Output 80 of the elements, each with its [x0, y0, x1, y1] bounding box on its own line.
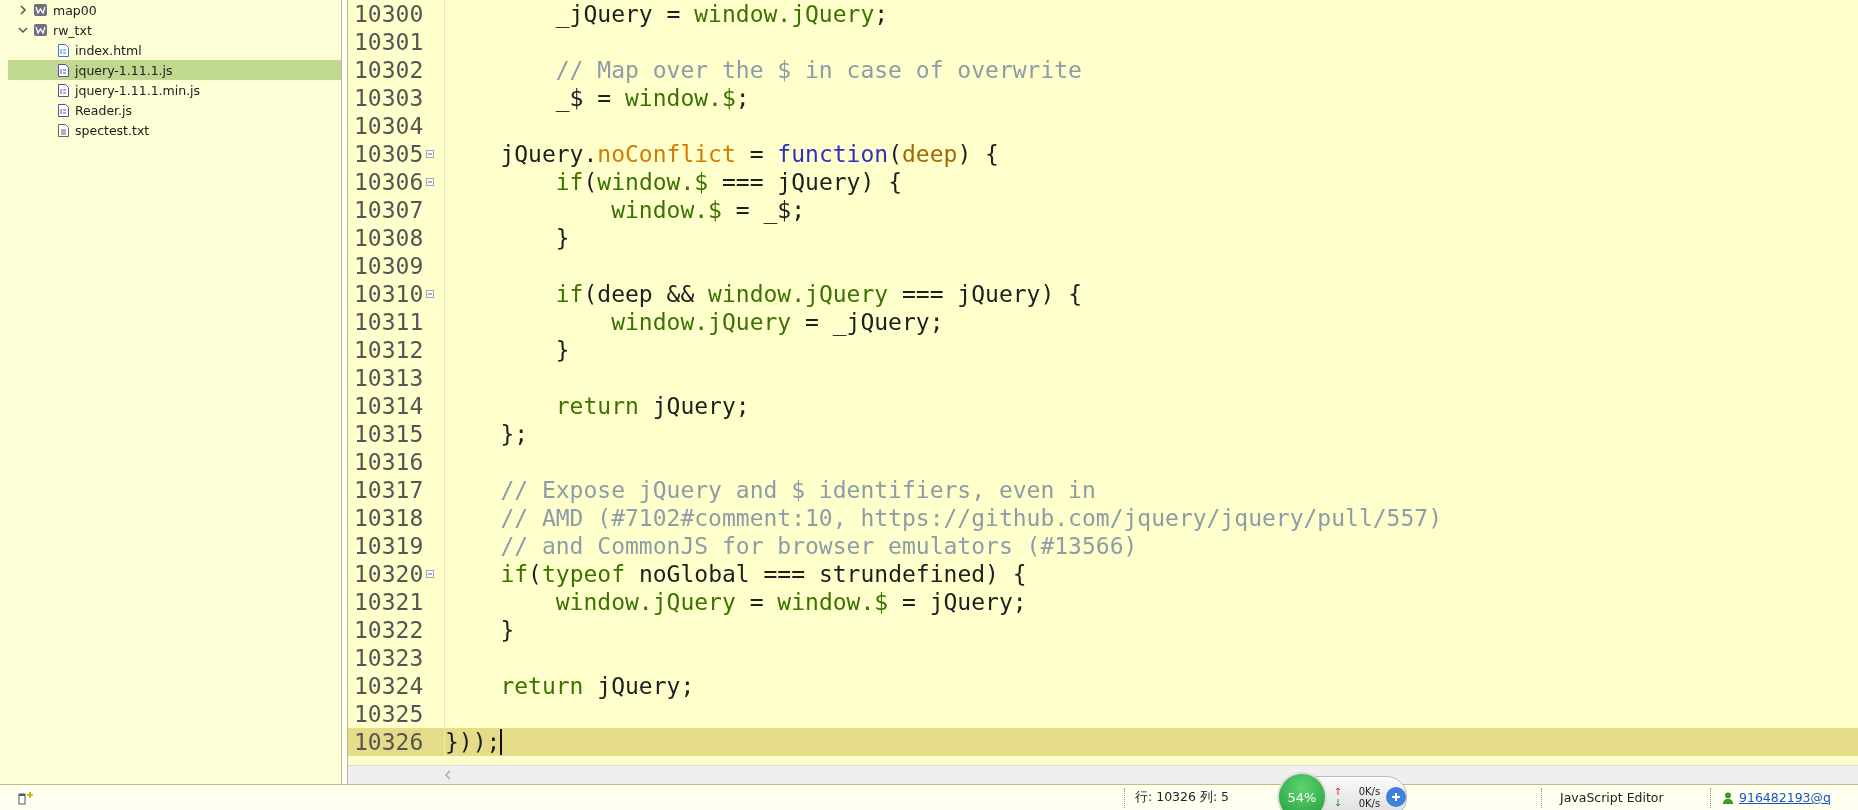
scroll-left-icon[interactable] [444, 770, 452, 780]
line-number: 10307 [353, 197, 425, 223]
line-number: 10316 [353, 449, 425, 475]
tree-item[interactable]: jquery-1.11.1.min.js [8, 80, 341, 100]
line-number: 10312 [353, 337, 425, 363]
line-number: 10326 [353, 729, 425, 755]
line-number: 10322 [353, 617, 425, 643]
line-number: 10308 [353, 225, 425, 251]
code-line: })); [445, 729, 501, 755]
chevron-right-icon[interactable] [18, 5, 28, 15]
code-line: // and CommonJS for browser emulators (#13566) [499, 533, 1138, 559]
file-icon [58, 83, 69, 97]
tree-item[interactable]: Reader.js [8, 100, 341, 120]
code-line: // Expose jQuery and $ identifiers, even in [499, 477, 1096, 503]
user-icon [1723, 791, 1733, 804]
project-icon [34, 4, 47, 16]
line-number: 10314 [353, 393, 425, 419]
line-number: 10310 [353, 281, 425, 307]
collapse-icon[interactable] [426, 570, 434, 578]
file-icon [58, 103, 69, 117]
line-number: 10306 [353, 169, 425, 195]
arrow-up-icon [1334, 787, 1341, 795]
line-number: 10319 [353, 533, 425, 559]
line-number: 10318 [353, 505, 425, 531]
line-number: 10324 [353, 673, 425, 699]
arrow-down-icon [1334, 799, 1341, 807]
line-number: 10309 [353, 253, 425, 279]
file-icon [58, 63, 69, 77]
code-line: } [554, 337, 570, 363]
tree-item[interactable]: spectest.txt [8, 120, 341, 140]
plus-button[interactable] [1386, 787, 1406, 807]
file-icon [58, 123, 69, 137]
panel-icon[interactable] [18, 790, 34, 805]
collapse-icon[interactable] [426, 150, 434, 158]
code-line: // AMD (#7102#comment:10, https://github.com/jquery/jquery/pull/557) [499, 505, 1442, 531]
line-number: 10321 [353, 589, 425, 615]
horizontal-scrollbar[interactable] [348, 765, 1858, 784]
line-number: 10320 [353, 561, 425, 587]
code-line: _jQuery = window.jQuery; [554, 1, 889, 27]
line-number: 10302 [353, 57, 425, 83]
tree-item[interactable]: map00 [8, 0, 341, 20]
line-number: 10313 [353, 365, 425, 391]
code-line: window.jQuery = window.$ = jQuery; [554, 589, 1027, 615]
line-number: 10303 [353, 85, 425, 111]
line-number: 10325 [353, 701, 425, 727]
line-number: 10304 [353, 113, 425, 139]
line-number: 10315 [353, 421, 425, 447]
code-line: if(window.$ === jQuery) { [554, 169, 902, 195]
line-number: 10317 [353, 477, 425, 503]
code-line: return jQuery; [554, 393, 750, 419]
collapse-icon[interactable] [426, 178, 434, 186]
code-line: window.$ = _$; [610, 197, 806, 223]
tree-item[interactable]: index.html [8, 40, 341, 60]
file-icon [58, 43, 69, 57]
code-line: // Map over the $ in case of overwrite [554, 57, 1082, 83]
project-icon [34, 24, 47, 36]
code-line: window.jQuery = _jQuery; [610, 309, 944, 335]
tree-item[interactable]: rw_txt [8, 20, 341, 40]
code-line: jQuery.noConflict = function(deep) { [499, 141, 999, 167]
upload-speed: 0K/s [1358, 785, 1381, 797]
code-line: if(deep && window.jQuery === jQuery) { [554, 281, 1082, 307]
code-line: _$ = window.$; [554, 85, 750, 111]
plus-icon [1391, 792, 1402, 802]
code-line: } [554, 225, 570, 251]
code-line: }; [499, 421, 529, 447]
code-line: return jQuery; [499, 673, 695, 699]
code-line: } [499, 617, 515, 643]
download-speed: 0K/s [1358, 797, 1381, 809]
line-number: 10305 [353, 141, 425, 167]
line-number: 10311 [353, 309, 425, 335]
line-number: 10300 [353, 1, 425, 27]
code-line: if(typeof noGlobal === strundefined) { [499, 561, 1027, 587]
collapse-icon[interactable] [426, 290, 434, 298]
line-number: 10323 [353, 645, 425, 671]
user-link[interactable]: 916482193@q [1739, 790, 1831, 805]
chevron-down-icon[interactable] [18, 25, 28, 35]
line-number: 10301 [353, 29, 425, 55]
editor-type: JavaScript Editor [1560, 790, 1665, 805]
tree-item[interactable]: jquery-1.11.1.js [8, 60, 341, 80]
text-cursor [500, 729, 503, 755]
